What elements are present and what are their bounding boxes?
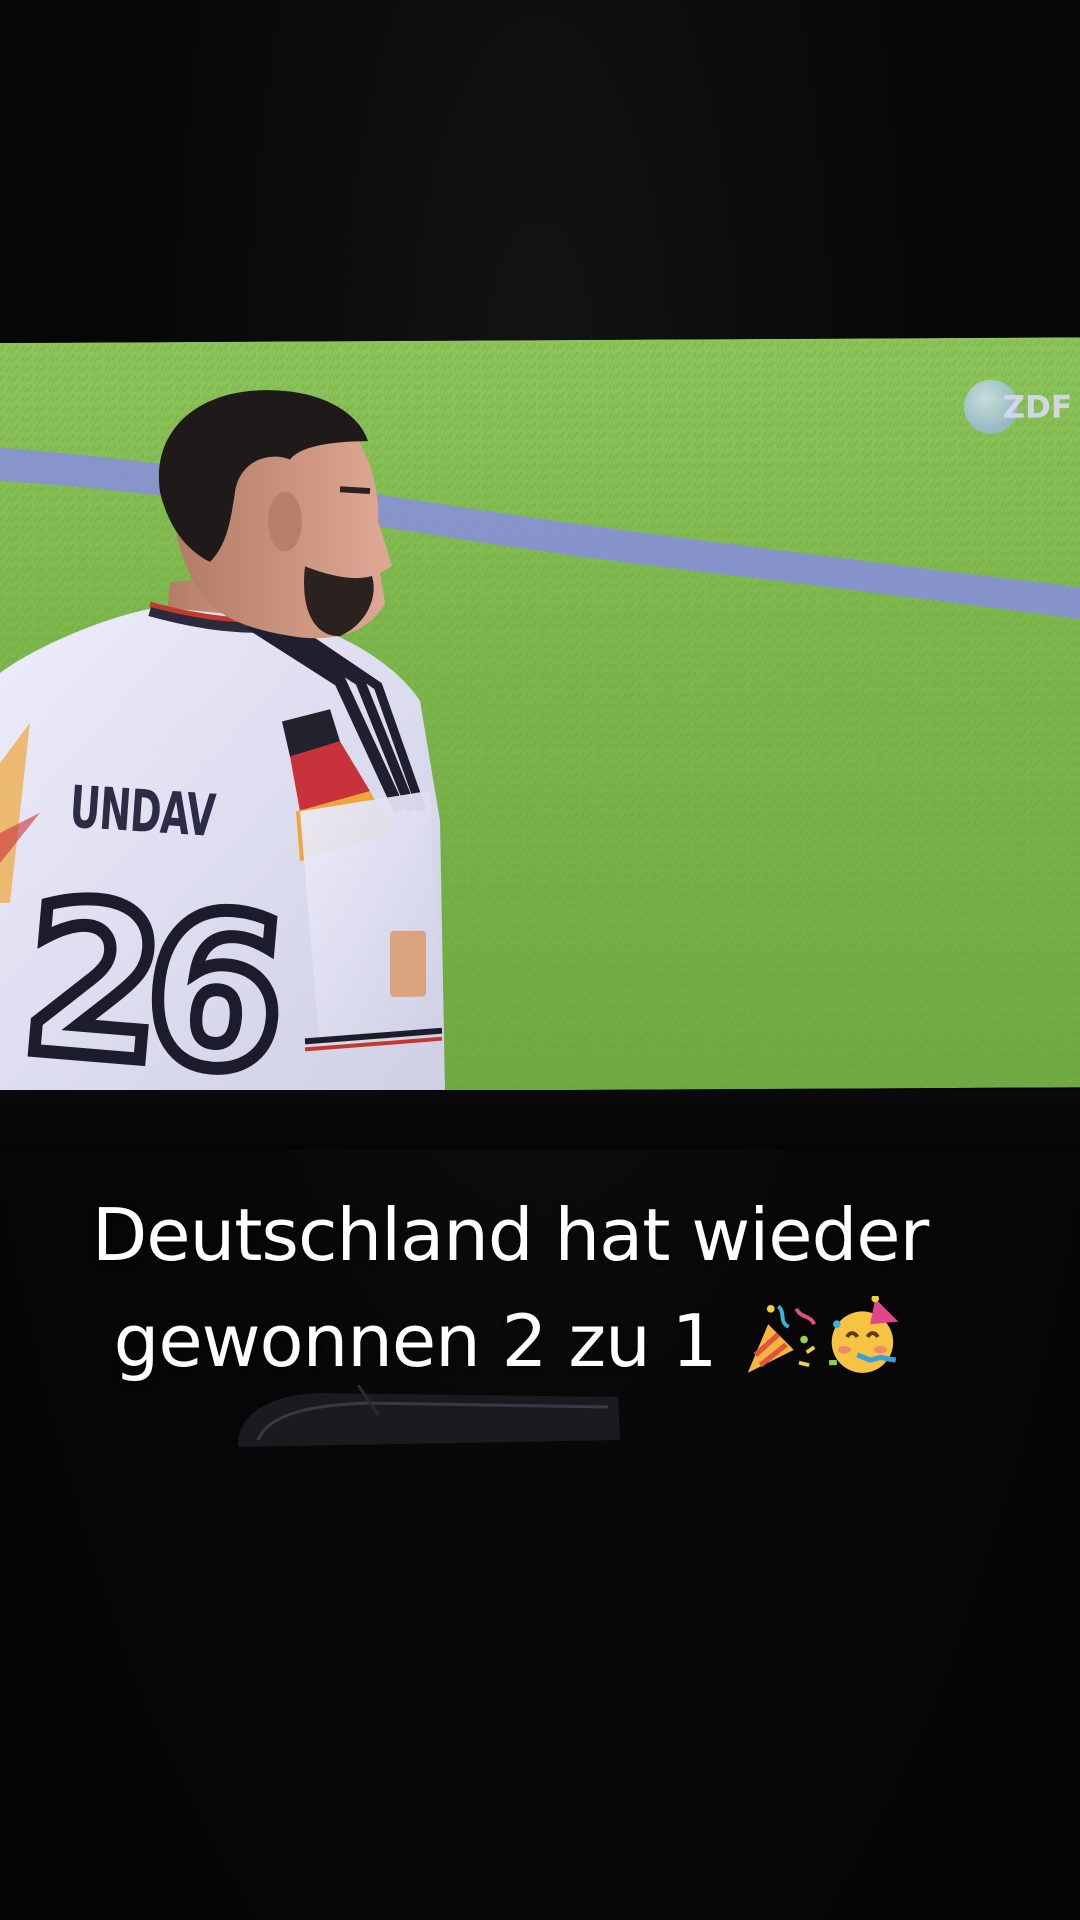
- tv-bezel: [0, 1090, 1080, 1150]
- soundbar-silhouette: [238, 1385, 620, 1447]
- jersey-player-number: 26: [8, 849, 285, 1093]
- zdf-logo-text: ZDF: [1002, 389, 1072, 426]
- jersey-player-name: UNDAV: [67, 772, 217, 850]
- video-frame: ZDF UNDAV 26 Deutschland hat wieder gewo…: [0, 0, 1080, 1920]
- zdf-logo: ZDF: [964, 379, 1072, 434]
- caption-line-1: Deutschland hat wieder: [91, 1193, 929, 1277]
- caption-line-2-text: gewonnen 2 zu 1: [113, 1299, 718, 1383]
- video-caption: Deutschland hat wieder gewonnen 2 zu 1: [0, 1182, 1020, 1394]
- tv-screen: ZDF UNDAV 26: [0, 337, 1080, 1093]
- partying-face-icon: [829, 1296, 899, 1373]
- caption-line-2: gewonnen 2 zu 1: [0, 1288, 1020, 1394]
- party-popper-icon: [748, 1304, 817, 1373]
